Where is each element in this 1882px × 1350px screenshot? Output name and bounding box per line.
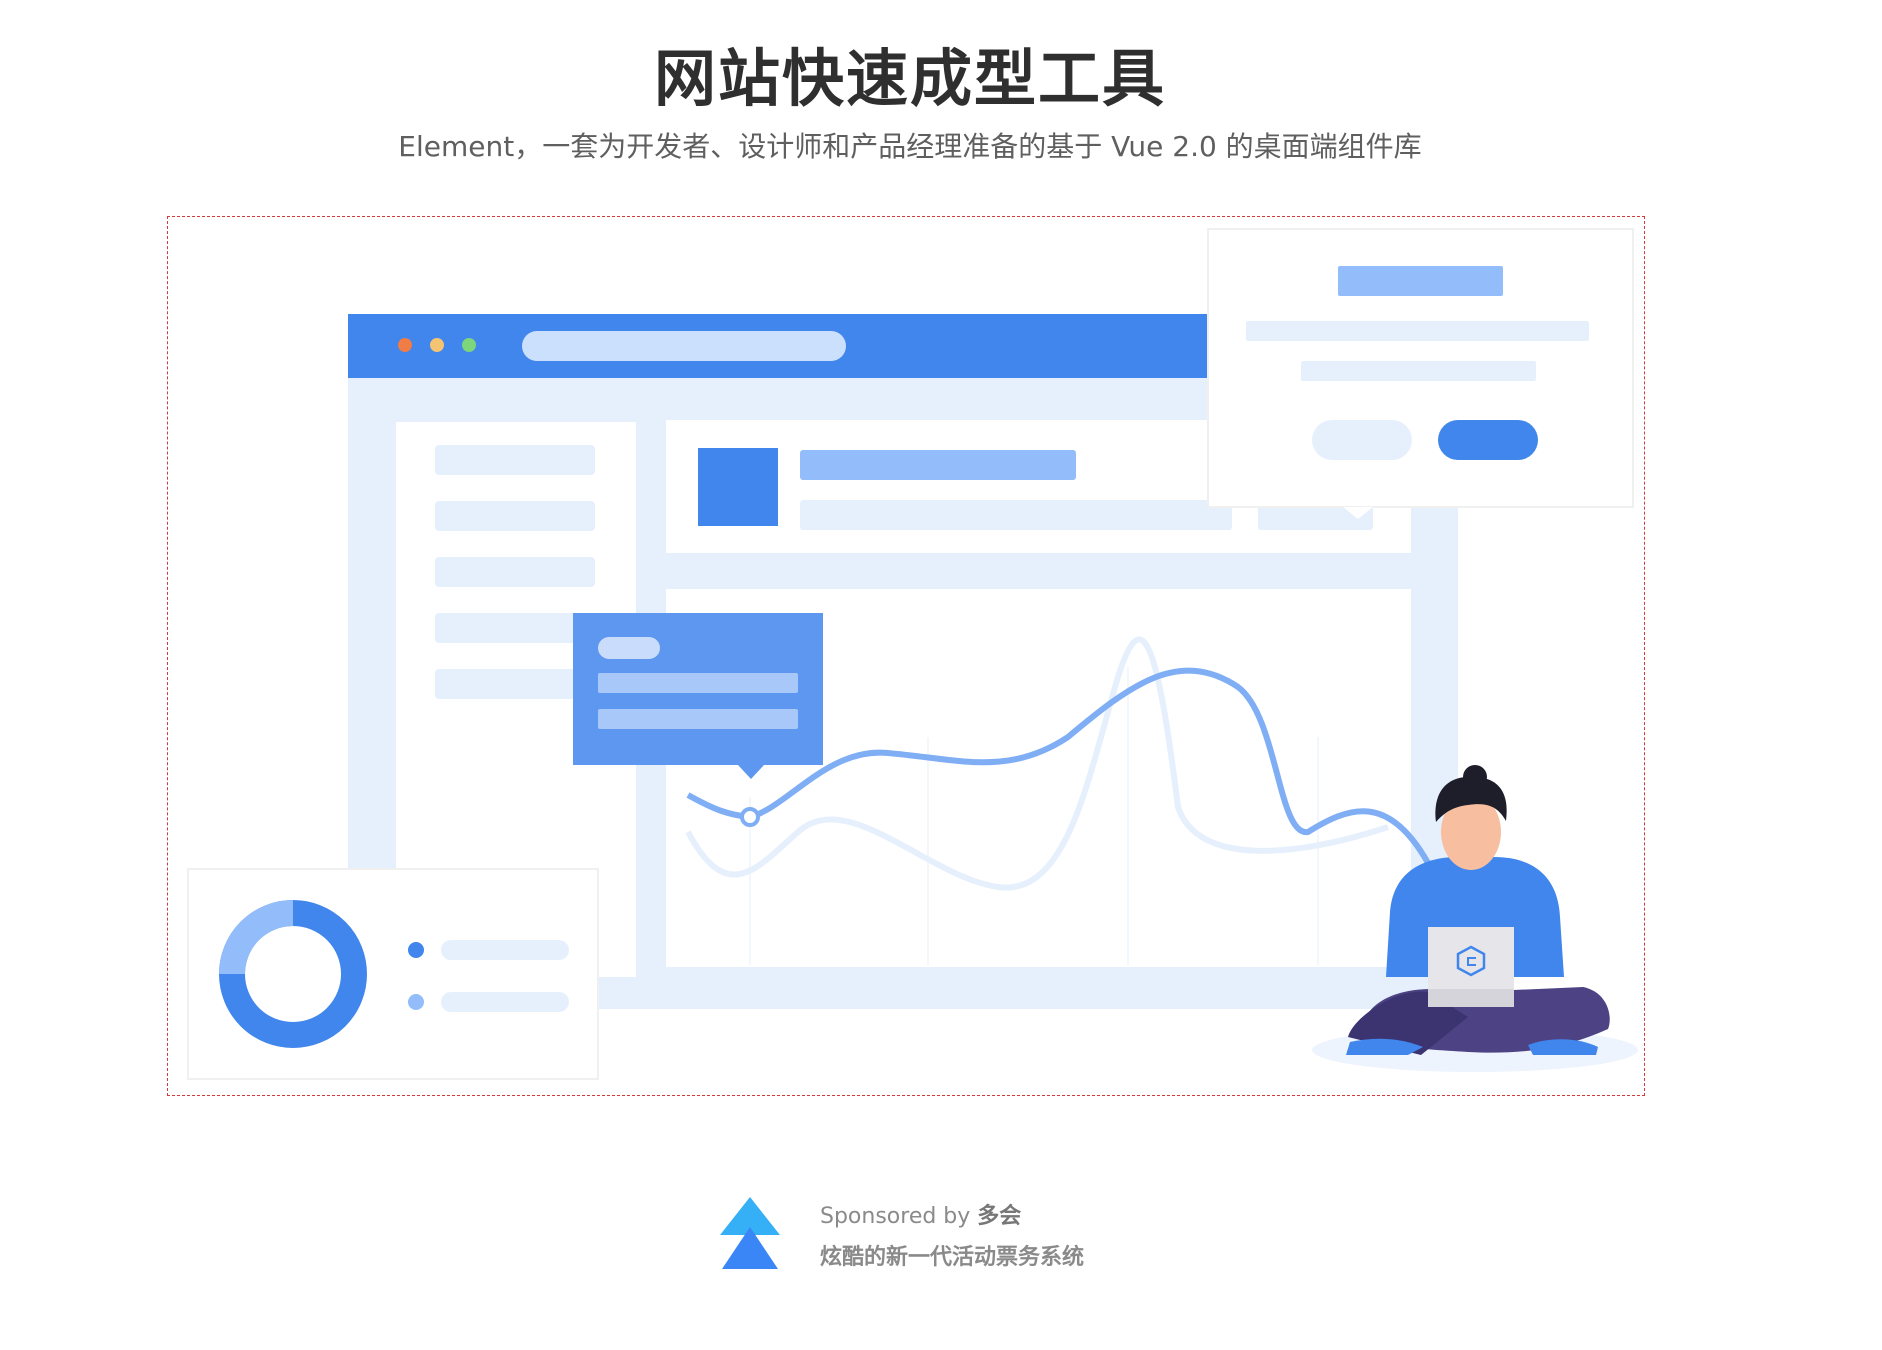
sponsor-label: Sponsored by 多会 bbox=[820, 1204, 1022, 1229]
tooltip-card-illustration bbox=[573, 613, 823, 779]
sponsor-name: 多会 bbox=[977, 1204, 1022, 1229]
window-minimize-dot-icon bbox=[430, 338, 444, 352]
hero-banner-illustration bbox=[167, 216, 1645, 1096]
page-subtitle: Element，一套为开发者、设计师和产品经理准备的基于 Vue 2.0 的桌面… bbox=[398, 130, 1422, 163]
page-title: 网站快速成型工具 bbox=[653, 42, 1166, 115]
donut-chart-card-illustration bbox=[187, 868, 599, 1080]
window-close-dot-icon bbox=[398, 338, 412, 352]
sponsor-link[interactable]: Sponsored by 多会 炫酷的新一代活动票务系统 bbox=[718, 1195, 1238, 1275]
duohui-logo-icon bbox=[718, 1195, 782, 1271]
dialog-card-illustration bbox=[1207, 228, 1634, 519]
address-bar-illustration bbox=[522, 331, 846, 361]
sponsor-tagline: 炫酷的新一代活动票务系统 bbox=[820, 1245, 1085, 1270]
window-maximize-dot-icon bbox=[462, 338, 476, 352]
